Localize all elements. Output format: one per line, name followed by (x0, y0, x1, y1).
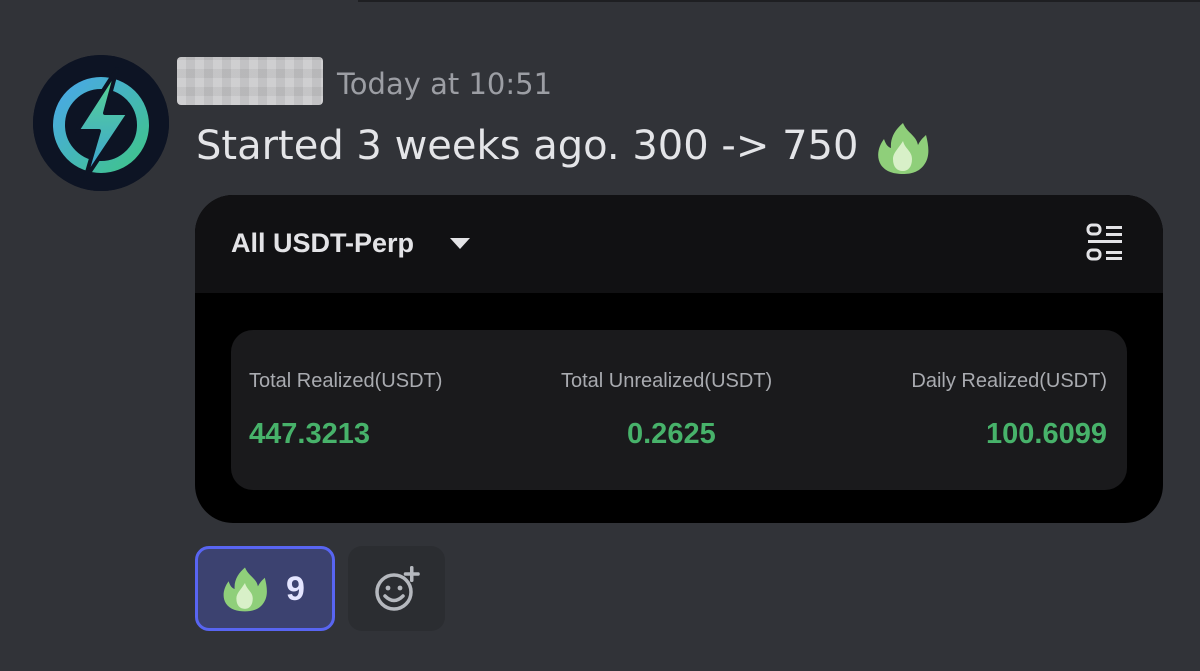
total-realized-value: 447.3213 (249, 418, 370, 450)
reaction-fire-button[interactable]: 9 (195, 546, 335, 631)
caret-down-icon[interactable] (450, 238, 470, 249)
lightning-logo-icon (33, 55, 169, 191)
embed-header: All USDT-Perp (195, 195, 1163, 293)
add-emoji-icon (375, 566, 420, 611)
add-reaction-button[interactable] (348, 546, 445, 631)
total-unrealized-label: Total Unrealized(USDT) (561, 370, 773, 392)
total-unrealized-value: 0.2625 (627, 418, 716, 450)
username-redacted[interactable] (177, 57, 323, 105)
total-realized-label: Total Realized(USDT) (249, 370, 443, 392)
daily-realized-label: Daily Realized(USDT) (911, 370, 1107, 392)
reaction-count: 9 (286, 570, 305, 608)
fire-emoji-icon (223, 567, 267, 612)
message-text: Started 3 weeks ago. 300 -> 750 (196, 123, 859, 169)
pnl-embed-image[interactable]: All USDT-Perp Total Realized(USDT) 447.3… (195, 195, 1163, 523)
list-view-icon[interactable] (1086, 223, 1124, 261)
daily-realized-value: 100.6099 (986, 418, 1107, 450)
message-timestamp[interactable]: Today at 10:51 (337, 64, 552, 104)
perp-selector-label[interactable]: All USDT-Perp (231, 223, 414, 263)
pnl-stats-card: Total Realized(USDT) 447.3213 Total Unre… (231, 330, 1127, 490)
avatar[interactable] (33, 55, 169, 191)
discord-message-view: Today at 10:51 Started 3 weeks ago. 300 … (0, 0, 1200, 671)
divider (358, 0, 1200, 2)
fire-emoji-icon (878, 123, 929, 174)
